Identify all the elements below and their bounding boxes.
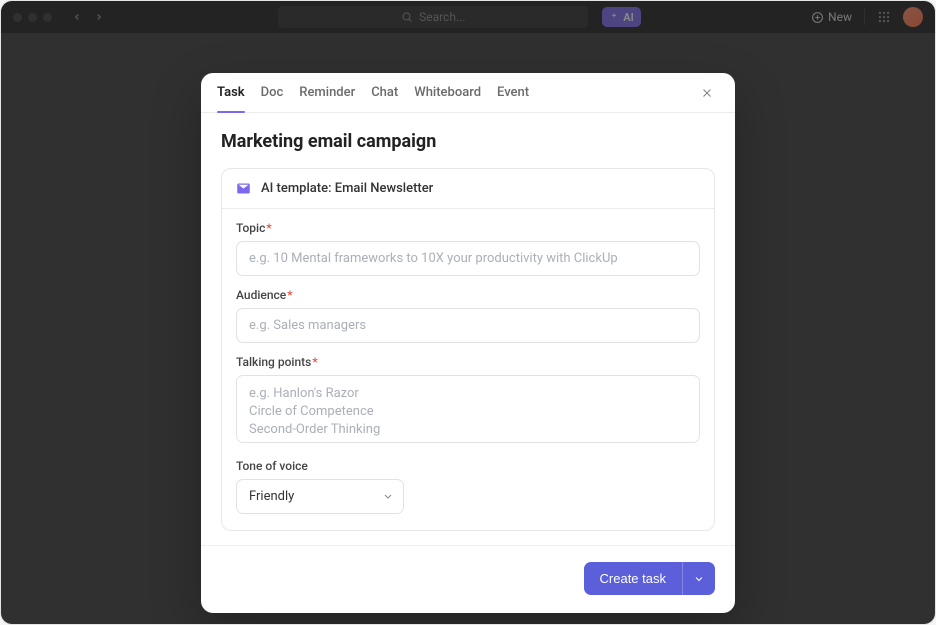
tone-select[interactable]: Friendly — [236, 479, 404, 514]
modal-overlay: Task Doc Reminder Chat Whiteboard Event … — [1, 1, 935, 624]
tab-reminder[interactable]: Reminder — [299, 73, 355, 112]
audience-input[interactable] — [236, 308, 700, 343]
required-marker: * — [287, 288, 292, 302]
envelope-icon — [236, 181, 251, 196]
required-marker: * — [312, 355, 317, 369]
tab-chat[interactable]: Chat — [371, 73, 398, 112]
audience-label: Audience* — [236, 288, 700, 302]
task-title: Marketing email campaign — [221, 131, 715, 152]
tab-event[interactable]: Event — [497, 73, 529, 112]
tone-label: Tone of voice — [236, 459, 700, 473]
create-task-dropdown[interactable] — [682, 562, 715, 595]
talking-points-label: Talking points* — [236, 355, 700, 369]
tab-task[interactable]: Task — [217, 73, 245, 112]
field-talking-points: Talking points* — [236, 355, 700, 447]
app-window: Search... AI New Task Doc Reminder — [0, 0, 936, 625]
modal-tabs: Task Doc Reminder Chat Whiteboard Event — [201, 73, 735, 113]
form-inner: Topic* Audience* Talking points* — [222, 209, 714, 530]
required-marker: * — [266, 221, 271, 235]
create-modal: Task Doc Reminder Chat Whiteboard Event … — [201, 73, 735, 613]
modal-footer: Create task — [201, 545, 735, 613]
chevron-down-icon — [693, 573, 705, 585]
close-button[interactable] — [695, 81, 719, 105]
talking-points-input[interactable] — [236, 375, 700, 443]
close-icon — [700, 86, 714, 100]
create-task-group: Create task — [584, 562, 715, 595]
topic-input[interactable] — [236, 241, 700, 276]
field-topic: Topic* — [236, 221, 700, 276]
tab-whiteboard[interactable]: Whiteboard — [414, 73, 481, 112]
tab-doc[interactable]: Doc — [261, 73, 284, 112]
form-card: AI template: Email Newsletter Topic* Aud… — [221, 168, 715, 531]
ai-template-label: AI template: Email Newsletter — [261, 181, 433, 196]
field-audience: Audience* — [236, 288, 700, 343]
topic-label: Topic* — [236, 221, 700, 235]
create-task-button[interactable]: Create task — [584, 562, 682, 595]
tone-select-wrap: Friendly — [236, 479, 404, 514]
modal-body: Marketing email campaign AI template: Em… — [201, 113, 735, 531]
field-tone: Tone of voice Friendly — [236, 459, 700, 514]
ai-template-row[interactable]: AI template: Email Newsletter — [222, 169, 714, 209]
